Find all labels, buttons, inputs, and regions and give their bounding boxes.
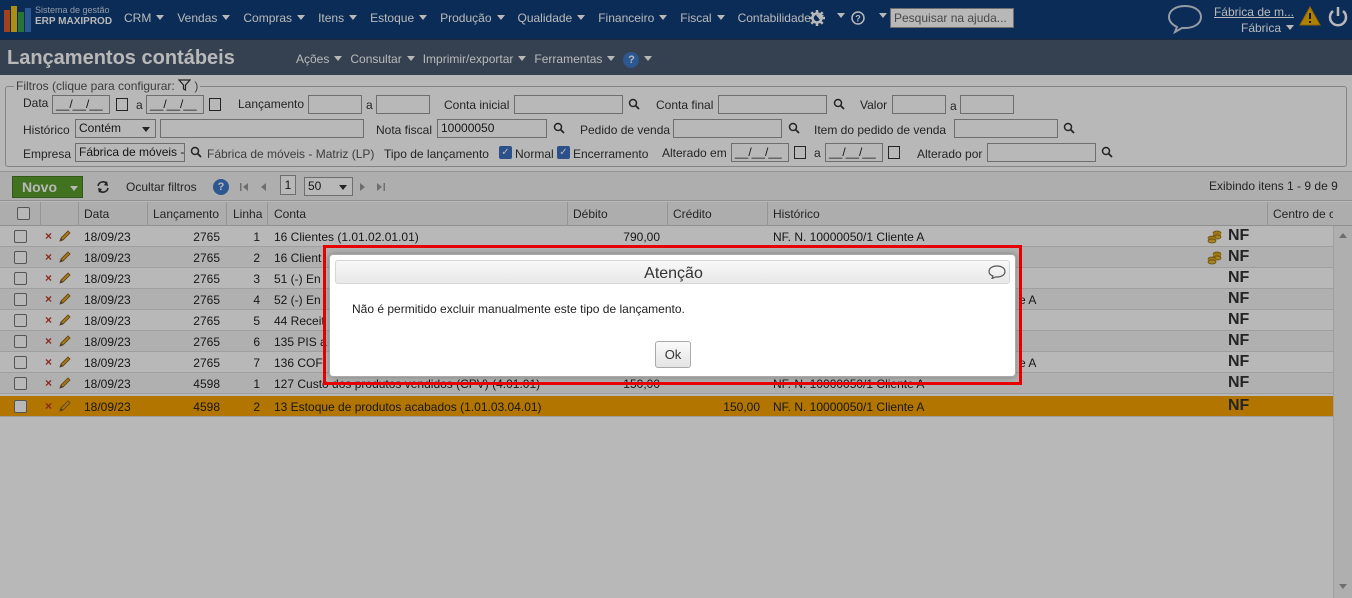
- dialog-title: Atenção: [644, 265, 703, 282]
- atencao-dialog: Atenção Não é permitido excluir manualme…: [329, 254, 1016, 377]
- dialog-message: Não é permitido excluir manualmente este…: [352, 302, 685, 316]
- ok-button[interactable]: Ok: [655, 341, 691, 368]
- dialog-header: Atenção: [335, 260, 1010, 284]
- chat-icon[interactable]: [988, 265, 1006, 279]
